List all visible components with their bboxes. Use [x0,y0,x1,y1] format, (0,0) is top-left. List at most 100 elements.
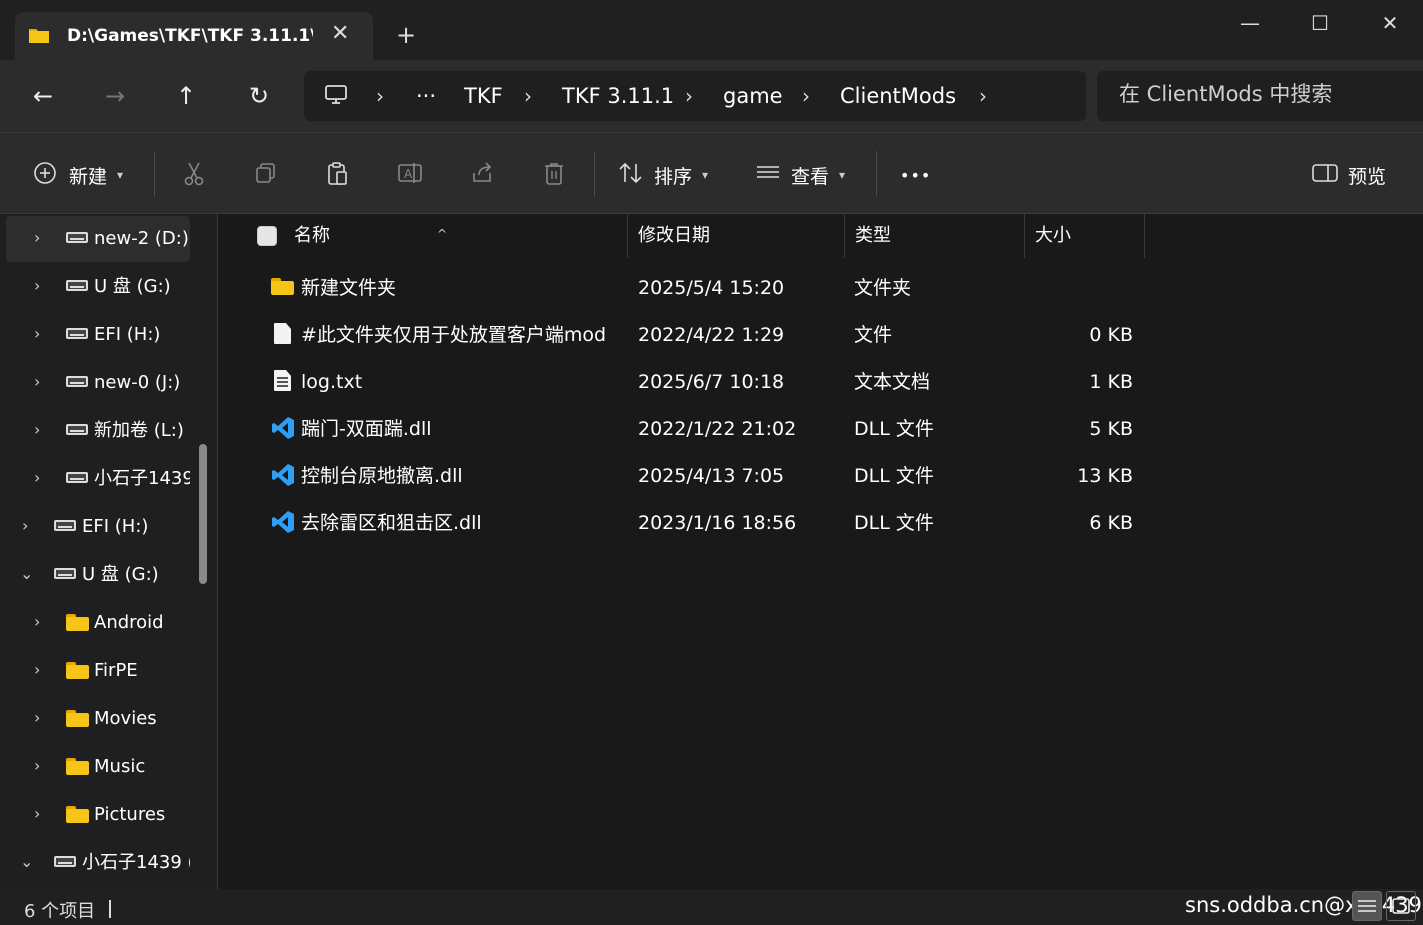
expand-chevron-icon[interactable]: › [34,660,40,680]
folder-icon [66,758,89,775]
sort-icon [618,161,644,190]
folder-icon [66,806,89,823]
collapse-chevron-icon[interactable]: ⌄ [20,564,33,584]
table-row[interactable]: 去除雷区和狙击区.dll 2023/1/16 18:56 DLL 文件 6 KB [218,499,1148,546]
file-size: 1 KB [1089,371,1133,393]
address-overflow[interactable]: ··· [416,83,436,109]
up-button[interactable]: ↑ [168,78,204,114]
table-row[interactable]: log.txt 2025/6/7 10:18 文本文档 1 KB [218,358,1148,405]
chevron-down-icon: ▾ [117,168,124,182]
expand-chevron-icon[interactable]: › [34,372,40,392]
sidebar-item-label: FirPE [94,660,138,681]
vscode-icon [271,463,295,492]
details-view-button[interactable] [1352,891,1382,921]
sidebar-item-drive-h[interactable]: › EFI (H:) [6,312,190,358]
sidebar-item-drive-j[interactable]: › new-0 (J:) [6,360,190,406]
address-separator[interactable]: › [979,83,987,109]
sidebar-item-network-drive-expanded[interactable]: ⌄ 小石子1439 ( [6,840,190,886]
crumb-game[interactable]: game [723,83,783,109]
crumb-clientmods[interactable]: ClientMods [840,83,956,109]
sidebar-item-network-drive[interactable]: › 小石子1439 ( [6,456,190,502]
toolbar-divider [154,151,155,197]
sidebar-item-firpe[interactable]: › FirPE [6,648,190,694]
sidebar-item-label: 小石子1439 ( [94,468,190,489]
sidebar-item-label: Music [94,756,146,777]
new-button[interactable]: 新建 ▾ [33,159,123,191]
expand-chevron-icon[interactable]: › [34,708,40,728]
file-size: 13 KB [1077,465,1133,487]
expand-chevron-icon[interactable]: › [34,756,40,776]
copy-icon[interactable] [252,161,280,189]
expand-chevron-icon[interactable]: › [34,612,40,632]
expand-chevron-icon[interactable]: › [34,276,40,296]
column-header-modified[interactable]: 修改日期 [628,214,845,258]
more-options-button[interactable]: ••• [900,159,931,191]
close-window-button[interactable]: ✕ [1370,8,1410,38]
sidebar-item-movies[interactable]: › Movies [6,696,190,742]
expand-chevron-icon[interactable]: › [22,516,28,536]
sidebar-item-efi[interactable]: › EFI (H:) [6,504,190,550]
tab-current[interactable]: D:\Games\TKF\TKF 3.11.1\game\ClientMods … [15,12,373,60]
address-separator[interactable]: › [376,83,384,109]
table-row[interactable]: 踹门-双面踹.dll 2022/1/22 21:02 DLL 文件 5 KB [218,405,1148,452]
tab-close-icon[interactable]: ✕ [331,22,349,46]
select-all-checkbox[interactable] [257,226,277,246]
crumb-tkf[interactable]: TKF [464,83,503,109]
refresh-button[interactable]: ↻ [241,78,277,114]
paste-icon[interactable] [324,161,352,189]
preview-button[interactable]: 预览 [1312,159,1386,191]
view-button[interactable]: 查看 ▾ [755,159,845,191]
expand-chevron-icon[interactable]: › [34,804,40,824]
sidebar-scrollbar[interactable] [199,444,207,584]
file-name: #此文件夹仅用于处放置客户端mod [301,324,607,346]
table-row[interactable]: #此文件夹仅用于处放置客户端mod 2022/4/22 1:29 文件 0 KB [218,311,1148,358]
share-icon[interactable] [468,161,496,189]
address-bar[interactable]: › ··· TKF › TKF 3.11.1 › game › ClientMo… [304,71,1086,121]
view-lines-icon [755,163,781,188]
folder-icon [271,278,294,295]
file-list: 名称 ^ 修改日期 类型 大小 新建文件夹 2025/5/4 15:20 文件夹… [218,214,1423,889]
sidebar-item-usb-drive[interactable]: ⌄ U 盘 (G:) [6,552,190,598]
crumb-tkf-version[interactable]: TKF 3.11.1 [562,83,674,109]
sidebar-item-android[interactable]: › Android [6,600,190,646]
sidebar-item-drive-d[interactable]: › new-2 (D:) [6,216,190,262]
delete-icon[interactable] [540,161,568,189]
column-header-name[interactable]: 名称 ^ [218,214,628,258]
expand-chevron-icon[interactable]: › [34,228,40,248]
sidebar-item-music[interactable]: › Music [6,744,190,790]
forward-button[interactable]: → [97,78,133,114]
file-modified: 2025/4/13 7:05 [638,465,785,487]
column-header-label: 名称 [294,225,330,246]
address-separator[interactable]: › [685,83,693,109]
tiles-view-button[interactable] [1386,891,1416,921]
address-separator[interactable]: › [802,83,810,109]
table-row[interactable]: 新建文件夹 2025/5/4 15:20 文件夹 [218,264,1148,311]
column-header-size[interactable]: 大小 [1025,214,1145,258]
address-separator[interactable]: › [524,83,532,109]
maximize-button[interactable]: ☐ [1300,8,1340,38]
computer-icon[interactable] [324,84,348,110]
back-button[interactable]: ← [25,78,61,114]
rename-icon[interactable]: A [396,161,424,189]
new-tab-button[interactable]: + [396,21,416,49]
drive-icon [66,424,88,435]
sidebar-item-drive-l[interactable]: › 新加卷 (L:) [6,408,190,454]
column-header-type[interactable]: 类型 [845,214,1025,258]
sidebar-item-label: Movies [94,708,157,729]
file-type: 文件夹 [854,277,912,299]
sidebar-item-pictures[interactable]: › Pictures [6,792,190,838]
collapse-chevron-icon[interactable]: ⌄ [20,852,33,872]
file-name: 踹门-双面踹.dll [301,418,432,440]
toolbar-divider [876,151,877,197]
expand-chevron-icon[interactable]: › [34,420,40,440]
search-input[interactable] [1119,82,1419,106]
expand-chevron-icon[interactable]: › [34,468,40,488]
table-row[interactable]: 控制台原地撤离.dll 2025/4/13 7:05 DLL 文件 13 KB [218,452,1148,499]
navigation-bar: ← → ↑ ↻ › ··· TKF › TKF 3.11.1 › game › … [0,60,1423,132]
minimize-button[interactable]: — [1230,8,1270,38]
folder-icon [28,27,50,44]
expand-chevron-icon[interactable]: › [34,324,40,344]
cut-icon[interactable] [180,161,208,189]
sidebar-item-drive-g[interactable]: › U 盘 (G:) [6,264,190,310]
sort-button[interactable]: 排序 ▾ [618,159,708,191]
